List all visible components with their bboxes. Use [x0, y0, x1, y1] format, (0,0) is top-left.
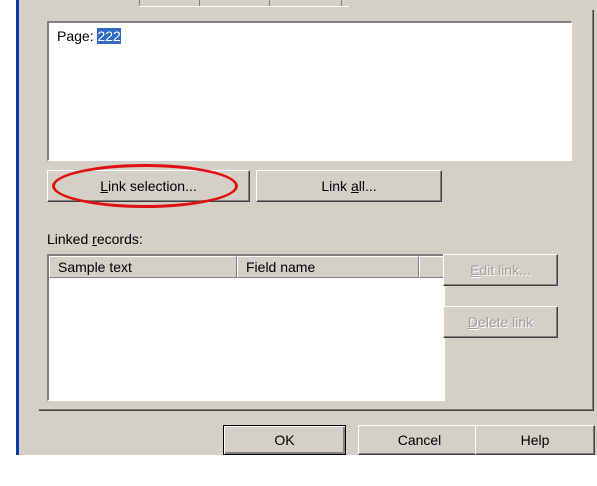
- linked-records-label: Linked records:: [47, 231, 143, 247]
- link-dialog: Page: 222 Link selection... Link all... …: [16, 0, 597, 455]
- column-header-sample-text[interactable]: Sample text: [49, 256, 237, 278]
- cancel-button[interactable]: Cancel: [358, 425, 481, 455]
- ok-button[interactable]: OK: [223, 425, 346, 455]
- column-header-empty[interactable]: [419, 256, 444, 278]
- list-header: Sample text Field name: [49, 256, 444, 278]
- tab-strip-edge: [139, 0, 349, 7]
- edit-link-button[interactable]: Edit link...: [443, 254, 558, 286]
- selected-page-value[interactable]: 222: [97, 28, 121, 44]
- page-label: Page:: [57, 28, 94, 44]
- help-button[interactable]: Help: [475, 425, 595, 455]
- tab-divider: [341, 0, 342, 6]
- column-header-field-name[interactable]: Field name: [237, 256, 419, 278]
- tab-divider: [199, 0, 200, 6]
- tab-divider: [139, 0, 140, 6]
- link-selection-button[interactable]: Link selection...: [47, 170, 250, 202]
- selection-text-area[interactable]: Page: 222: [47, 21, 572, 161]
- link-all-button[interactable]: Link all...: [256, 170, 442, 202]
- linked-records-list[interactable]: Sample text Field name: [47, 254, 445, 401]
- tab-divider: [269, 0, 270, 6]
- delete-link-button[interactable]: Delete link: [443, 306, 558, 338]
